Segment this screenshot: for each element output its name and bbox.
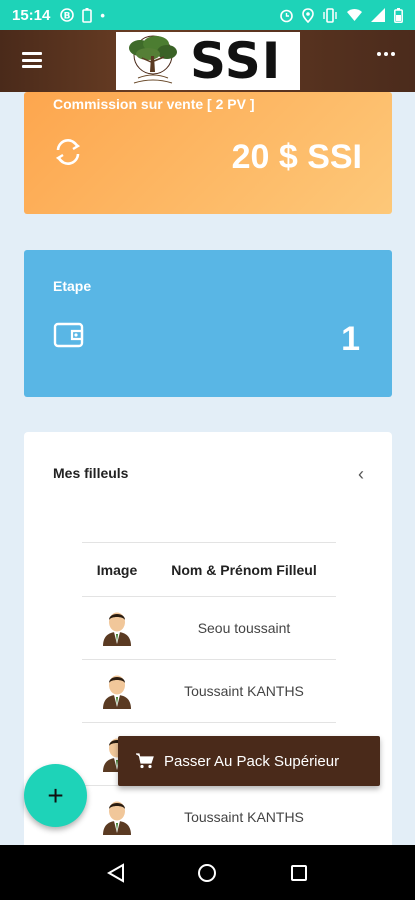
signal-icon <box>371 8 385 22</box>
column-header-image: Image <box>82 542 152 597</box>
filleuls-title: Mes filleuls <box>53 465 129 481</box>
notification-icon: B <box>60 8 75 22</box>
status-bar: 15:14 B • <box>0 0 415 30</box>
home-icon[interactable] <box>196 862 218 884</box>
recents-icon[interactable] <box>288 862 310 884</box>
table-row[interactable]: Seou toussaint <box>82 596 336 660</box>
commission-card: Commission sur vente [ 2 PV ] 20 $ SSI <box>24 92 392 214</box>
logo-text: SSI <box>190 32 282 90</box>
plus-icon: + <box>47 779 64 811</box>
hamburger-icon[interactable] <box>22 52 42 68</box>
add-fab-button[interactable]: + <box>24 764 87 827</box>
upgrade-pack-label: Passer Au Pack Supérieur <box>164 752 340 770</box>
status-time: 15:14 <box>12 6 51 24</box>
column-header-name: Nom & Prénom Filleul <box>152 542 336 597</box>
svg-text:B: B <box>64 12 71 22</box>
cart-icon <box>136 753 154 769</box>
app-logo: SSI <box>116 32 300 90</box>
battery-icon <box>394 7 403 23</box>
etape-title: Etape <box>53 278 92 294</box>
back-icon[interactable] <box>105 862 127 884</box>
etape-card: Etape 1 <box>24 250 392 397</box>
wifi-icon <box>347 9 362 21</box>
dot-icon: • <box>100 7 105 23</box>
avatar-icon <box>103 612 131 646</box>
alarm-icon <box>280 9 293 22</box>
etape-value: 1 <box>341 320 360 358</box>
more-dots-icon[interactable] <box>377 52 395 56</box>
battery-saver-icon <box>82 7 93 23</box>
commission-title: Commission sur vente [ 2 PV ] <box>53 96 255 112</box>
commission-value: 20 $ SSI <box>231 138 362 176</box>
app-bar: SSI <box>0 30 415 92</box>
filleul-name: Toussaint KANTHS <box>152 785 336 849</box>
system-nav-bar <box>0 845 415 900</box>
upgrade-pack-button[interactable]: Passer Au Pack Supérieur <box>118 736 380 786</box>
table-row[interactable]: Toussaint KANTHS <box>82 659 336 723</box>
tree-logo-icon <box>129 35 177 84</box>
vibrate-icon <box>323 7 337 23</box>
location-icon <box>302 7 314 23</box>
refresh-icon <box>55 139 81 165</box>
avatar-icon <box>103 801 131 835</box>
chevron-left-icon[interactable]: ‹ <box>358 464 364 485</box>
filleul-name: Seou toussaint <box>152 596 336 660</box>
table-row[interactable]: Toussaint KANTHS <box>82 785 336 849</box>
filleul-name: Toussaint KANTHS <box>152 659 336 723</box>
wallet-icon <box>53 322 84 348</box>
filleuls-table: Image Nom & Prénom Filleul Seou toussain… <box>82 542 336 849</box>
avatar-icon <box>103 675 131 709</box>
